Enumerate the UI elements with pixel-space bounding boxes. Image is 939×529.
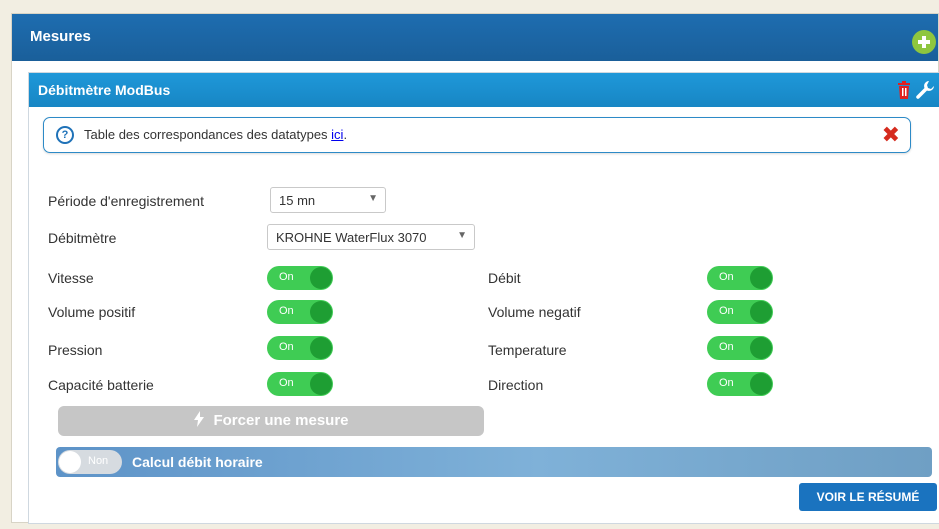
question-circle-icon: ? bbox=[56, 126, 74, 144]
toggle-state: On bbox=[279, 341, 294, 353]
vitesse-toggle[interactable]: On bbox=[267, 266, 333, 290]
meter-value: KROHNE WaterFlux 3070 bbox=[276, 230, 427, 245]
info-alert: ? Table des correspondances des datatype… bbox=[43, 117, 911, 153]
toggle-knob bbox=[750, 267, 772, 289]
period-select[interactable]: 15 mn ▼ bbox=[270, 187, 386, 213]
close-icon[interactable]: ✖ bbox=[882, 124, 900, 146]
modbus-card: Débitmètre ModBus ? Table des correspond… bbox=[28, 72, 939, 524]
debit-toggle[interactable]: On bbox=[707, 266, 773, 290]
meter-select[interactable]: KROHNE WaterFlux 3070 ▼ bbox=[267, 224, 475, 250]
pression-toggle[interactable]: On bbox=[267, 336, 333, 360]
toggle-knob bbox=[310, 337, 332, 359]
toggle-knob bbox=[310, 373, 332, 395]
hourly-calc-bar: Non Calcul débit horaire bbox=[56, 447, 932, 477]
toggle-knob bbox=[750, 301, 772, 323]
chevron-down-icon: ▼ bbox=[457, 230, 467, 241]
hourly-calc-toggle[interactable]: Non bbox=[58, 450, 122, 474]
period-label: Période d'enregistrement bbox=[48, 193, 204, 209]
volume-positif-label: Volume positif bbox=[48, 304, 136, 320]
wrench-icon[interactable] bbox=[915, 80, 935, 100]
card-header: Débitmètre ModBus bbox=[29, 73, 939, 107]
toggle-state: On bbox=[279, 305, 294, 317]
direction-label: Direction bbox=[488, 377, 544, 393]
pression-label: Pression bbox=[48, 342, 103, 358]
force-measure-label: Forcer une mesure bbox=[213, 412, 349, 429]
vitesse-label: Vitesse bbox=[48, 270, 94, 286]
add-measure-button[interactable] bbox=[912, 30, 936, 54]
toggle-state: On bbox=[279, 377, 294, 389]
volume-negatif-toggle[interactable]: On bbox=[707, 300, 773, 324]
card-title: Débitmètre ModBus bbox=[38, 82, 171, 98]
direction-toggle[interactable]: On bbox=[707, 372, 773, 396]
volume-negatif-label: Volume negatif bbox=[488, 304, 581, 320]
toggle-knob bbox=[59, 451, 81, 473]
bolt-icon bbox=[194, 411, 205, 427]
trash-icon[interactable] bbox=[897, 81, 911, 99]
capacite-batterie-toggle[interactable]: On bbox=[267, 372, 333, 396]
toggle-state: On bbox=[719, 271, 734, 283]
toggle-state: On bbox=[719, 377, 734, 389]
temperature-toggle[interactable]: On bbox=[707, 336, 773, 360]
temperature-label: Temperature bbox=[488, 342, 567, 358]
toggle-knob bbox=[750, 337, 772, 359]
toggle-state: On bbox=[279, 271, 294, 283]
measures-panel: Mesures Débitmètre ModBus ? Table des co… bbox=[11, 13, 939, 524]
volume-positif-toggle[interactable]: On bbox=[267, 300, 333, 324]
info-message: Table des correspondances des datatypes bbox=[84, 127, 332, 142]
capacite-batterie-label: Capacité batterie bbox=[48, 377, 154, 393]
view-summary-button[interactable]: VOIR LE RÉSUMÉ bbox=[799, 483, 937, 511]
hourly-calc-label: Calcul débit horaire bbox=[132, 454, 263, 470]
force-measure-button[interactable]: Forcer une mesure bbox=[58, 406, 484, 436]
toggle-state: Non bbox=[88, 455, 109, 467]
meter-label: Débitmètre bbox=[48, 230, 117, 246]
period-value: 15 mn bbox=[279, 193, 316, 208]
toggle-state: On bbox=[719, 305, 734, 317]
toggle-state: On bbox=[719, 341, 734, 353]
panel-header: Mesures bbox=[12, 14, 938, 61]
info-text: Table des correspondances des datatypes … bbox=[84, 127, 347, 142]
datatypes-link[interactable]: ici bbox=[331, 127, 343, 142]
toggle-knob bbox=[310, 301, 332, 323]
info-suffix: . bbox=[343, 127, 348, 142]
chevron-down-icon: ▼ bbox=[368, 193, 378, 204]
toggle-knob bbox=[750, 373, 772, 395]
toggle-knob bbox=[310, 267, 332, 289]
panel-title: Mesures bbox=[30, 28, 91, 45]
debit-label: Débit bbox=[488, 270, 521, 286]
